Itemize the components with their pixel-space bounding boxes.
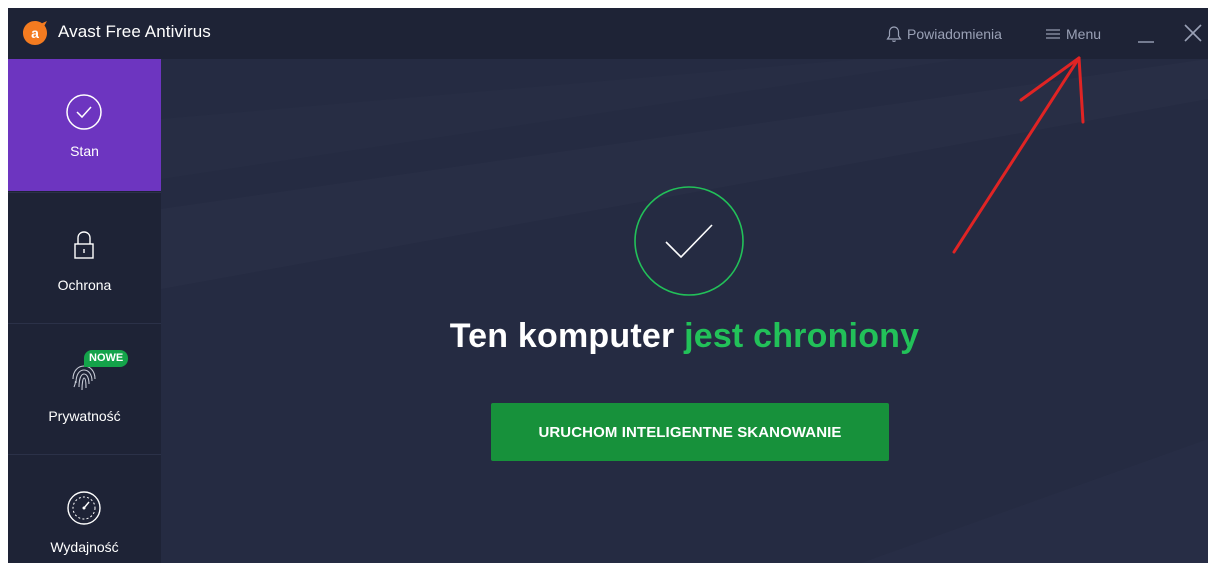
speedometer-icon (67, 491, 101, 525)
bell-icon (886, 26, 902, 42)
lock-icon (74, 231, 94, 259)
new-badge: NOWE (84, 350, 129, 367)
sidebar-item-ochrona[interactable]: Ochrona (8, 192, 161, 323)
sidebar-item-wydajnosc[interactable]: Wydajność (8, 454, 161, 563)
headline-text: Ten komputer (449, 317, 685, 355)
sidebar-item-label: Wydajność (50, 539, 119, 555)
sidebar-item-label: Stan (70, 143, 99, 159)
hamburger-icon (1046, 29, 1060, 39)
check-circle-icon (634, 186, 744, 296)
sidebar-item-prywatnosc[interactable]: NOWE Prywatność (8, 323, 161, 454)
app-window: a Avast Free Antivirus Powiadomienia Men… (8, 8, 1208, 563)
smart-scan-button[interactable]: URUCHOM INTELIGENTNE SKANOWANIE (491, 403, 889, 461)
check-circle-icon (66, 94, 102, 130)
app-title: Avast Free Antivirus (58, 22, 211, 41)
status-headline: Ten komputer jest chroniony (161, 317, 1208, 356)
headline-accent-text: jest chroniony (684, 317, 920, 355)
scan-button-label: URUCHOM INTELIGENTNE SKANOWANIE (538, 423, 842, 441)
menu-label: Menu (1066, 26, 1102, 42)
sidebar-item-label: Ochrona (57, 277, 112, 293)
main-panel: Ten komputer jest chroniony URUCHOM INTE… (161, 59, 1208, 563)
sidebar-item-label: Prywatność (48, 408, 121, 424)
svg-text:a: a (31, 25, 39, 41)
sidebar: Stan Ochrona NOWE Prywatność Wydajność (8, 59, 161, 563)
sidebar-item-stan[interactable]: Stan (8, 59, 161, 191)
title-bar: a Avast Free Antivirus Powiadomienia Men… (8, 8, 1208, 59)
menu-button[interactable]: Menu (1046, 22, 1101, 46)
background-streak (161, 59, 1208, 563)
avast-logo-icon: a (23, 21, 47, 45)
minimize-icon[interactable] (1134, 22, 1158, 46)
close-icon[interactable] (1180, 20, 1206, 46)
notifications-label: Powiadomienia (907, 26, 1002, 42)
notifications-button[interactable]: Powiadomienia (886, 22, 1002, 46)
